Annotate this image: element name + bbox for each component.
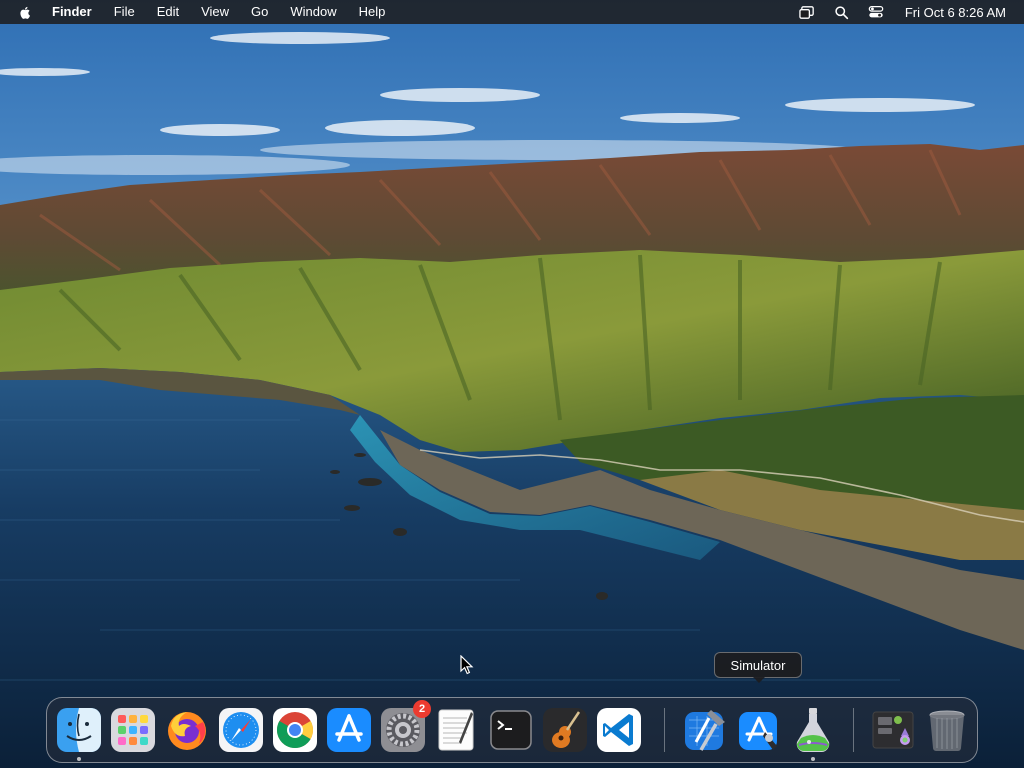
dock-item-firefox[interactable] [163,706,211,754]
menu-app-name[interactable]: Finder [46,0,103,24]
firefox-icon [168,712,206,750]
dock-item-instruments[interactable] [735,706,783,754]
launchpad-icon [111,708,155,752]
spotlight-search-icon[interactable] [833,3,851,21]
dock-separator [664,708,665,752]
menu-help[interactable]: Help [348,0,397,24]
dock-item-vscode[interactable] [595,706,643,754]
menu-file[interactable]: File [103,0,146,24]
dock-item-xcode[interactable] [681,706,729,754]
dock-item-app-store[interactable] [325,706,373,754]
menu-bar-clock[interactable]: Fri Oct 6 8:26 AM [905,5,1006,20]
dock-item-chrome[interactable] [271,706,319,754]
finder-icon [57,708,101,752]
menu-bar-status-area: Fri Oct 6 8:26 AM [791,0,1024,24]
dock-item-simulator[interactable] [789,706,837,761]
dock-item-system-settings[interactable]: 2 [379,700,431,754]
dock-item-launchpad[interactable] [109,706,157,754]
menu-view[interactable]: View [190,0,240,24]
menu-window[interactable]: Window [279,0,347,24]
menu-bar: Finder File Edit View Go Window Help Fri… [0,0,1024,24]
dock-item-garageband[interactable] [541,706,589,754]
textedit-icon [438,709,474,751]
chrome-icon [273,708,317,752]
dock-item-textedit[interactable] [433,706,481,754]
xcode-icon [685,710,725,751]
garageband-icon [543,708,587,752]
dock-item-trash[interactable] [923,706,971,754]
menu-go[interactable]: Go [240,0,279,24]
apple-logo-icon[interactable] [18,3,36,21]
running-indicator [811,757,815,761]
screen-mirroring-icon[interactable] [799,3,817,21]
dock-item-terminal[interactable] [487,706,535,754]
menu-edit[interactable]: Edit [146,0,190,24]
dock-item-finder[interactable] [55,706,103,761]
vscode-icon [597,708,641,752]
dock-separator [853,708,854,752]
dock: 2 [46,697,978,763]
dock-tooltip: Simulator [714,652,802,683]
menu-bar-left: Finder File Edit View Go Window Help [0,0,396,24]
terminal-icon [490,710,532,750]
notification-badge: 2 [413,700,431,718]
safari-icon [219,708,263,752]
dock-item-safari[interactable] [217,706,265,754]
dock-item-downloads-stack[interactable] [869,706,917,754]
mouse-pointer-icon [460,655,474,675]
app-store-icon [327,708,371,752]
control-center-icon[interactable] [867,3,885,21]
trash-icon [929,710,965,751]
instruments-icon [739,712,777,750]
downloads-stack-icon [872,711,914,749]
simulator-icon [796,708,830,752]
running-indicator [77,757,81,761]
desktop-wallpaper [0,0,1024,768]
